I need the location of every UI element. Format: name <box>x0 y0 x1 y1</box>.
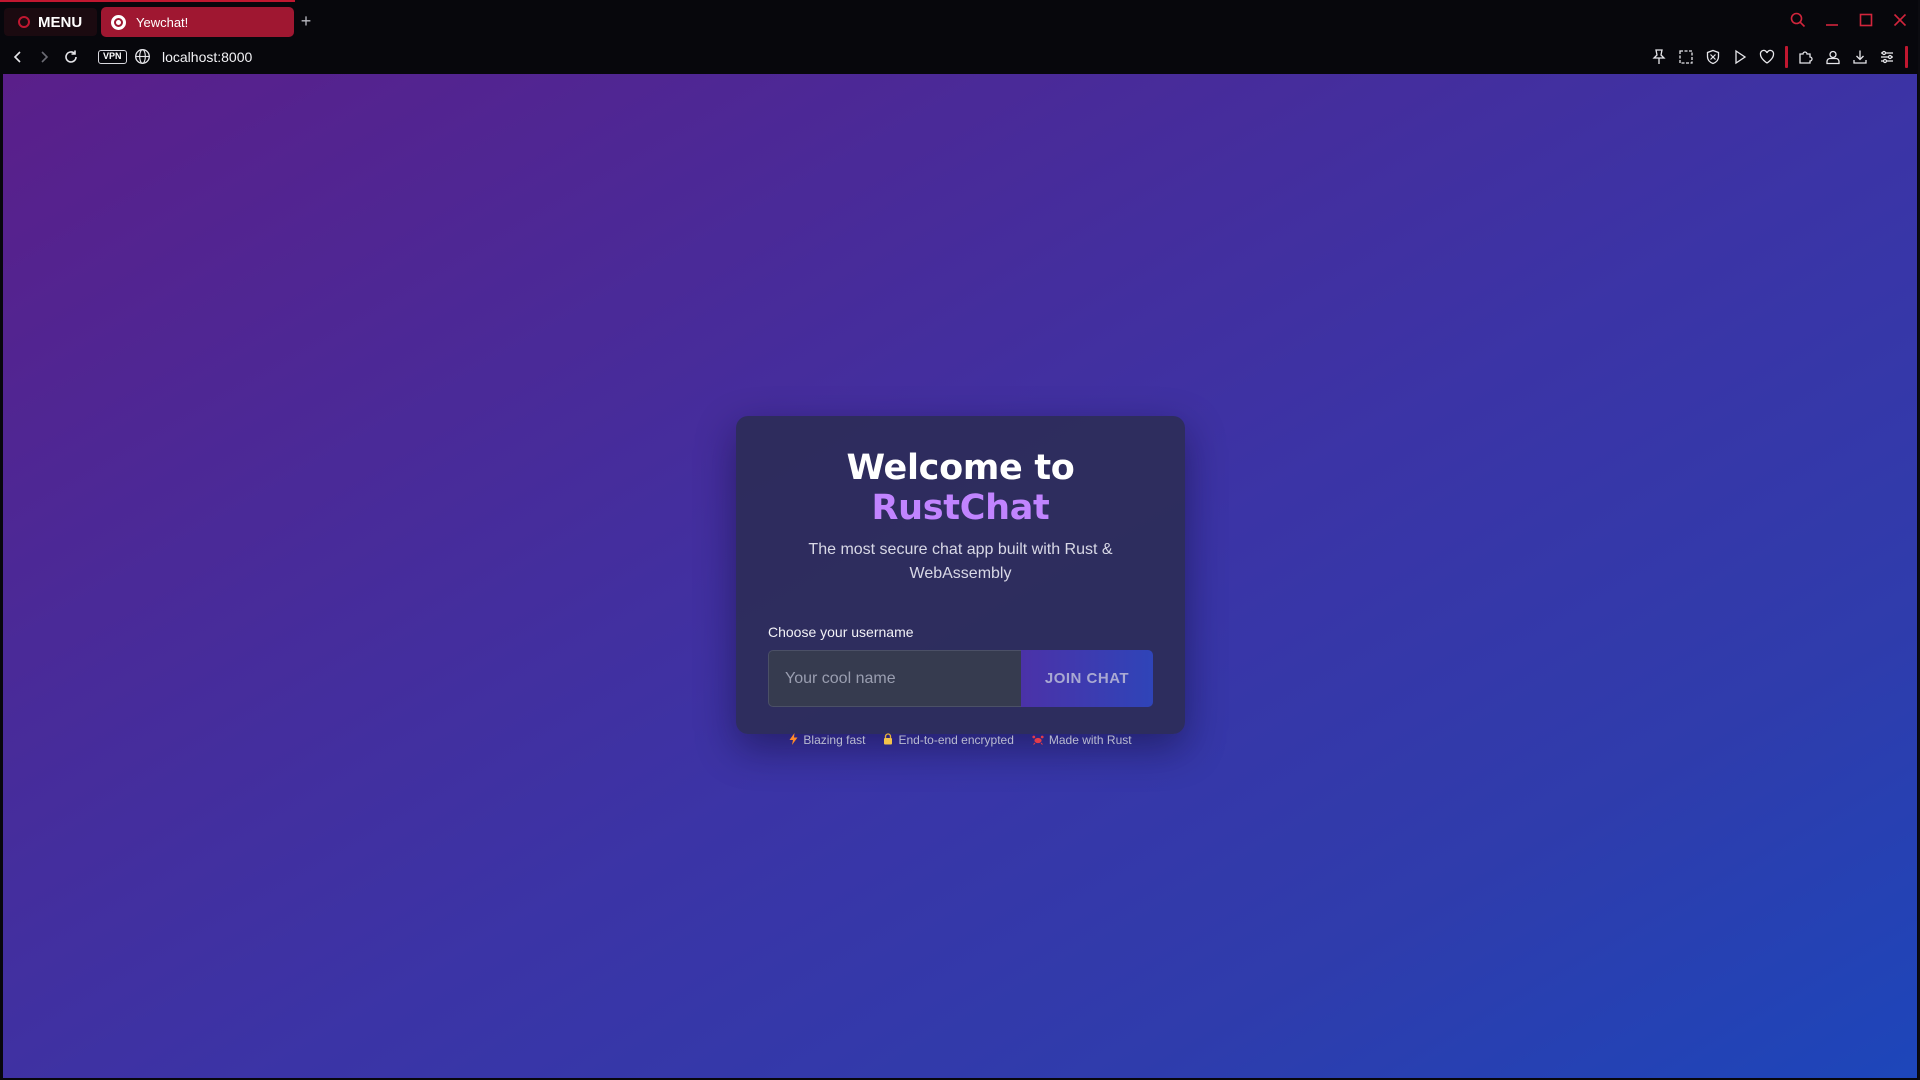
page-viewport: Welcome to RustChat The most secure chat… <box>3 74 1917 1078</box>
new-tab-button[interactable]: + <box>297 12 315 31</box>
feature-label: Blazing fast <box>803 733 866 747</box>
browser-menu-button[interactable]: MENU <box>4 8 97 36</box>
shield-icon[interactable] <box>1704 46 1722 68</box>
close-window-icon[interactable] <box>1890 10 1910 30</box>
player-icon[interactable] <box>1731 46 1749 68</box>
join-chat-button[interactable]: JOIN CHAT <box>1021 650 1153 707</box>
tab-active[interactable]: Yewchat! <box>101 7 294 37</box>
tab-bar: MENU Yewchat! + <box>0 0 1920 44</box>
maximize-icon[interactable] <box>1856 10 1876 30</box>
subtitle: The most secure chat app built with Rust… <box>808 541 1113 582</box>
pin-icon[interactable] <box>1650 46 1668 68</box>
toolbar-edge-accent <box>1905 46 1908 68</box>
vpn-badge[interactable]: VPN <box>98 50 127 64</box>
feature-item: Made with Rust <box>1032 733 1132 747</box>
profile-icon[interactable] <box>1824 46 1842 68</box>
browser-window: MENU Yewchat! + VPN localhost:8000 Welco… <box>0 0 1920 1080</box>
crab-icon <box>1032 733 1044 747</box>
download-icon[interactable] <box>1851 46 1869 68</box>
forward-icon[interactable] <box>33 46 55 68</box>
lightning-icon <box>789 733 798 747</box>
tab-title: Yewchat! <box>136 14 189 30</box>
title-prefix: Welcome to <box>846 448 1075 488</box>
search-tabs-icon[interactable] <box>1788 10 1808 30</box>
minimize-icon[interactable] <box>1822 10 1842 30</box>
username-input[interactable] <box>768 650 1021 707</box>
welcome-card: Welcome to RustChat The most secure chat… <box>736 416 1185 747</box>
username-label: Choose your username <box>768 624 914 640</box>
heart-icon[interactable] <box>1758 46 1776 68</box>
join-form: JOIN CHAT <box>768 650 1153 707</box>
tab-favicon-icon <box>111 14 126 30</box>
reload-icon[interactable] <box>60 46 82 68</box>
address-bar: VPN localhost:8000 <box>0 40 1920 74</box>
feature-item: End-to-end encrypted <box>883 733 1014 747</box>
page-title: Welcome to RustChat <box>768 448 1153 528</box>
feature-list: Blazing fast End-to-end encrypted Made w… <box>768 733 1153 747</box>
feature-label: End-to-end encrypted <box>898 733 1014 747</box>
snapshot-icon[interactable] <box>1677 46 1695 68</box>
feature-label: Made with Rust <box>1048 733 1132 747</box>
brand-name: RustChat <box>871 488 1050 528</box>
toolbar-divider <box>1785 46 1788 68</box>
window-controls <box>1788 10 1910 30</box>
easy-setup-icon[interactable] <box>1878 46 1896 68</box>
toolbar-right <box>1650 46 1908 68</box>
lock-icon <box>883 733 893 747</box>
opera-logo-icon <box>18 16 30 28</box>
site-info-globe-icon[interactable] <box>134 48 151 65</box>
url-field[interactable]: localhost:8000 <box>162 49 252 65</box>
back-icon[interactable] <box>7 46 29 68</box>
extensions-icon[interactable] <box>1797 46 1815 68</box>
menu-label: MENU <box>38 13 83 31</box>
feature-item: Blazing fast <box>789 733 865 747</box>
